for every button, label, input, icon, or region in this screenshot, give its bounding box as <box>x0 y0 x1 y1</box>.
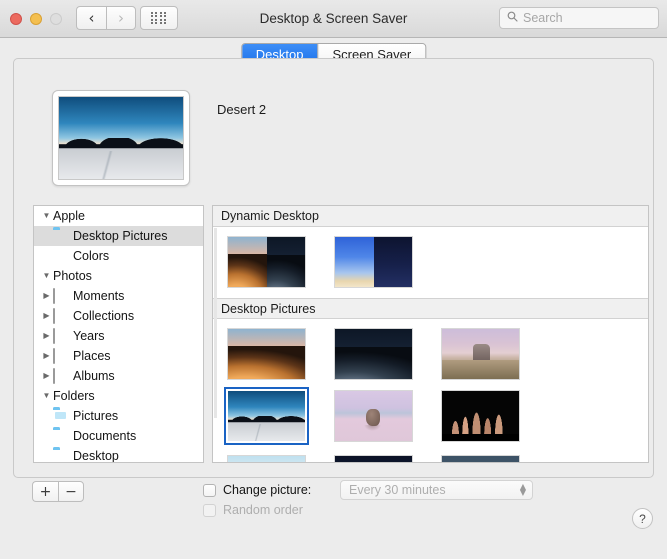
change-picture-row: Change picture: <box>203 483 311 497</box>
thumbnail-image <box>227 236 306 288</box>
current-wallpaper-name: Desert 2 <box>217 102 267 117</box>
add-folder-button[interactable]: + <box>32 481 58 502</box>
thumbnail-image <box>224 387 309 445</box>
disclosure-triangle-right-icon[interactable]: ▶ <box>40 372 53 380</box>
preview-image <box>58 96 184 180</box>
preview-frame[interactable] <box>52 90 190 186</box>
sidebar-item-places[interactable]: ▶ Places <box>34 346 203 366</box>
sidebar-item-label: Documents <box>73 429 137 443</box>
sidebar-item-desktop[interactable]: Desktop <box>34 446 203 463</box>
sidebar-item-label: Desktop <box>73 449 119 463</box>
photo-library-icon <box>53 288 68 304</box>
sidebar-item-label: Places <box>73 349 111 363</box>
source-sidebar[interactable]: ▼ Apple Desktop Pictures Colors ▼ Photos… <box>33 205 204 463</box>
sidebar-item-label: Collections <box>73 309 135 323</box>
wallpaper-thumbnail[interactable] <box>334 390 441 445</box>
wallpaper-thumbnail[interactable] <box>441 390 548 445</box>
desktop-pictures-grid <box>213 319 648 462</box>
thumbnail-image <box>227 328 306 380</box>
sidebar-group-apple[interactable]: ▼ Apple <box>34 206 203 226</box>
section-header-dynamic-desktop: Dynamic Desktop <box>213 206 648 227</box>
photo-library-icon <box>53 328 68 344</box>
wallpaper-thumbnail[interactable] <box>227 236 334 288</box>
search-field[interactable]: Search <box>499 7 659 29</box>
chevron-updown-icon: ▲ ▼ <box>519 482 526 497</box>
desktop-screen-saver-window: ‹ › Desktop & Screen Saver Search Deskto… <box>0 0 667 559</box>
sidebar-item-label: Colors <box>73 249 110 263</box>
pictures-folder-icon <box>53 409 68 423</box>
section-header-desktop-pictures: Desktop Pictures <box>213 298 648 319</box>
thumbnail-image <box>441 328 520 380</box>
remove-folder-button[interactable]: − <box>58 481 84 502</box>
sidebar-item-moments[interactable]: ▶ Moments <box>34 286 203 306</box>
change-interval-popup[interactable]: Every 30 minutes ▲ ▼ <box>340 480 533 500</box>
sidebar-group-label: Photos <box>53 269 92 283</box>
wallpaper-browser[interactable]: Dynamic Desktop Desktop Pictures <box>212 205 649 463</box>
sidebar-group-photos[interactable]: ▼ Photos <box>34 266 203 286</box>
disclosure-triangle-right-icon[interactable]: ▶ <box>40 292 53 300</box>
disclosure-triangle-right-icon[interactable]: ▶ <box>40 352 53 360</box>
random-order-checkbox <box>203 503 216 517</box>
disclosure-triangle-down-icon[interactable]: ▼ <box>40 272 53 280</box>
disclosure-triangle-right-icon[interactable]: ▶ <box>40 332 53 340</box>
wallpaper-thumbnail-selected[interactable] <box>224 387 334 445</box>
sidebar-item-documents[interactable]: Documents <box>34 426 203 446</box>
wallpaper-thumbnail[interactable] <box>227 455 334 462</box>
sidebar-group-label: Folders <box>53 389 95 403</box>
thumbnail-image <box>334 390 413 442</box>
disclosure-triangle-right-icon[interactable]: ▶ <box>40 312 53 320</box>
wallpaper-thumbnail[interactable] <box>334 236 441 288</box>
folder-icon <box>53 449 68 462</box>
dynamic-desktop-grid <box>213 227 648 298</box>
preferences-panel: Desert 2 ▼ Apple Desktop Pictures Colors… <box>13 58 654 478</box>
sidebar-item-desktop-pictures[interactable]: Desktop Pictures <box>34 226 203 246</box>
help-button[interactable]: ? <box>632 508 653 529</box>
random-order-row: Random order <box>203 503 303 517</box>
sidebar-item-years[interactable]: ▶ Years <box>34 326 203 346</box>
sidebar-item-albums[interactable]: ▶ Albums <box>34 366 203 386</box>
current-wallpaper-preview: Desert 2 <box>52 90 266 186</box>
window-titlebar: ‹ › Desktop & Screen Saver Search <box>0 0 667 38</box>
folder-icon <box>53 229 68 243</box>
wallpaper-thumbnail[interactable] <box>334 455 441 462</box>
sidebar-item-label: Years <box>73 329 105 343</box>
random-order-label: Random order <box>223 503 303 517</box>
change-picture-checkbox[interactable] <box>203 483 216 497</box>
sidebar-group-label: Apple <box>53 209 85 223</box>
sidebar-group-folders[interactable]: ▼ Folders <box>34 386 203 406</box>
thumbnail-image <box>334 328 413 380</box>
folder-icon <box>53 429 68 443</box>
thumbnail-image <box>441 455 520 462</box>
sidebar-item-label: Albums <box>73 369 115 383</box>
sidebar-item-collections[interactable]: ▶ Collections <box>34 306 203 326</box>
sidebar-item-label: Pictures <box>73 409 119 423</box>
search-icon <box>507 9 518 27</box>
wallpaper-thumbnail[interactable] <box>441 455 548 462</box>
thumbnail-image <box>441 390 520 442</box>
wallpaper-thumbnail[interactable] <box>334 328 441 380</box>
sidebar-item-label: Moments <box>73 289 125 303</box>
disclosure-triangle-down-icon[interactable]: ▼ <box>40 392 53 400</box>
sidebar-item-label: Desktop Pictures <box>73 229 168 243</box>
search-placeholder: Search <box>523 11 563 25</box>
sidebar-item-pictures[interactable]: Pictures <box>34 406 203 426</box>
photo-library-icon <box>53 308 68 324</box>
add-remove-buttons: + − <box>32 481 84 502</box>
color-wheel-icon <box>53 249 68 263</box>
wallpaper-thumbnail[interactable] <box>227 328 334 380</box>
thumbnail-image <box>334 455 413 462</box>
thumbnail-image <box>227 455 306 462</box>
content-scrollbar[interactable] <box>214 228 217 418</box>
disclosure-triangle-down-icon[interactable]: ▼ <box>40 212 53 220</box>
thumbnail-image <box>334 236 413 288</box>
change-interval-value: Every 30 minutes <box>349 483 446 497</box>
photo-library-icon <box>53 348 68 364</box>
wallpaper-thumbnail[interactable] <box>441 328 548 380</box>
change-picture-label: Change picture: <box>223 483 312 497</box>
photo-library-icon <box>53 368 68 384</box>
sidebar-item-colors[interactable]: Colors <box>34 246 203 266</box>
